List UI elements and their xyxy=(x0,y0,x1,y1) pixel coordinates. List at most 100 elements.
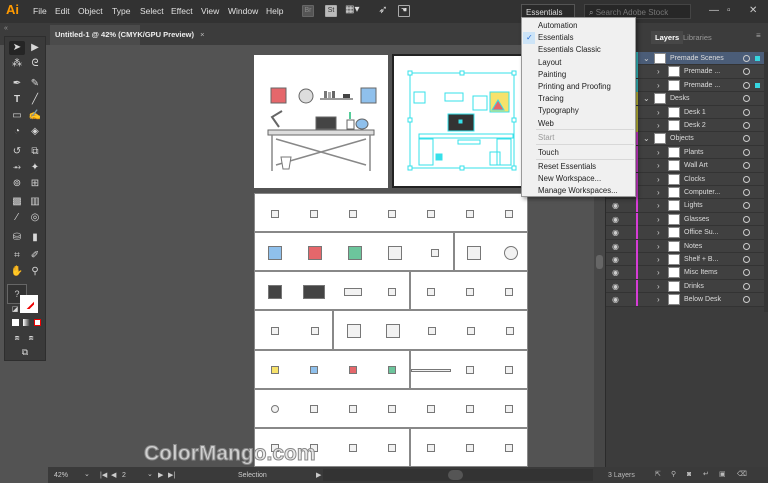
hanger-icon[interactable] xyxy=(431,248,440,257)
target-circle-icon[interactable] xyxy=(743,68,750,76)
layer-name[interactable]: Premade ... xyxy=(684,81,720,90)
object-group-cell[interactable] xyxy=(410,427,528,467)
layer-name[interactable]: Notes xyxy=(684,242,702,251)
pen-tool-icon[interactable]: ✒ xyxy=(9,77,25,91)
menu-file[interactable]: File xyxy=(33,6,47,16)
target-circle-icon[interactable] xyxy=(743,296,750,304)
chevron-right-icon[interactable]: › xyxy=(657,108,660,117)
scroll-thumb[interactable] xyxy=(448,470,463,480)
cord-icon[interactable] xyxy=(466,444,475,453)
drink-icon[interactable] xyxy=(348,444,357,453)
target-circle-icon[interactable] xyxy=(743,229,750,237)
pendant-lamps-icon[interactable] xyxy=(505,287,514,296)
menu-object[interactable]: Object xyxy=(78,6,103,16)
target-circle-icon[interactable] xyxy=(743,215,750,223)
close-document-icon[interactable]: × xyxy=(200,30,204,39)
menu-item-tracing[interactable]: Tracing xyxy=(538,94,564,104)
mesh-tool-icon[interactable]: ▩ xyxy=(9,195,25,209)
chevron-down-icon[interactable]: ⌄ xyxy=(643,134,650,143)
target-circle-icon[interactable] xyxy=(743,122,750,129)
layer-name[interactable]: Premade Scenes xyxy=(670,54,724,63)
telephone-icon[interactable] xyxy=(505,326,514,335)
layer-name[interactable]: Below Desk xyxy=(684,295,721,304)
shelf-icon[interactable] xyxy=(410,368,451,372)
monitor-icon[interactable] xyxy=(302,284,325,299)
layer-row[interactable]: ◉ › Glasses xyxy=(606,212,768,227)
symbol-sprayer-tool-icon[interactable]: ⛁ xyxy=(9,231,25,245)
trash-can-icon[interactable] xyxy=(426,444,435,453)
coffee-cup-icon[interactable] xyxy=(387,444,396,453)
artboard-scene-2[interactable] xyxy=(392,54,528,188)
visibility-eye-icon[interactable]: ◉ xyxy=(612,282,619,291)
zoom-dropdown-icon[interactable]: ⌄ xyxy=(84,470,90,479)
chevron-right-icon[interactable]: › xyxy=(657,215,660,224)
object-group-cell[interactable] xyxy=(254,388,528,428)
visibility-eye-icon[interactable]: ◉ xyxy=(612,295,619,304)
menu-edit[interactable]: Edit xyxy=(55,6,70,16)
note-yellow-icon[interactable] xyxy=(270,366,279,375)
menu-type[interactable]: Type xyxy=(112,6,130,16)
target-circle-icon[interactable] xyxy=(743,95,750,103)
menu-window[interactable]: Window xyxy=(228,6,258,16)
layer-name[interactable]: Desk 1 xyxy=(684,108,706,117)
layer-row[interactable]: ◉ › Misc Items xyxy=(606,266,768,280)
clipping-mask-icon[interactable]: ◙ xyxy=(687,470,691,479)
typewriter-icon[interactable] xyxy=(466,405,475,414)
clock-round-icon[interactable] xyxy=(503,245,518,260)
chevron-right-icon[interactable]: › xyxy=(657,201,660,210)
object-group-cell[interactable] xyxy=(254,271,411,311)
layer-row[interactable]: ◉ › Drinks xyxy=(606,279,768,294)
frame-green-icon[interactable] xyxy=(348,245,362,260)
visibility-eye-icon[interactable]: ◉ xyxy=(612,242,619,251)
note-green-icon[interactable] xyxy=(387,366,396,375)
menu-effect[interactable]: Effect xyxy=(171,6,193,16)
layer-name[interactable]: Plants xyxy=(684,148,703,157)
frame-blue-icon[interactable] xyxy=(268,245,282,260)
selection-tool-icon[interactable]: ➤ xyxy=(9,41,25,55)
planter-icon[interactable] xyxy=(466,209,475,218)
laptop-icon[interactable] xyxy=(267,284,282,299)
maximize-button[interactable]: ▫ xyxy=(727,5,731,16)
document-tab[interactable]: Untitled-1 @ 42% (CMYK/GPU Preview) × xyxy=(50,25,205,45)
note-blue-icon[interactable] xyxy=(309,366,318,375)
artboard-scene-1[interactable] xyxy=(254,55,388,188)
target-circle-icon[interactable] xyxy=(743,175,750,183)
layer-name[interactable]: Wall Art xyxy=(684,161,708,170)
menu-item-essentials-classic[interactable]: Essentials Classic xyxy=(538,45,601,55)
object-group-cell[interactable] xyxy=(254,349,411,389)
target-circle-icon[interactable] xyxy=(743,162,750,170)
column-graph-tool-icon[interactable]: ▮ xyxy=(27,231,43,245)
layer-row[interactable]: ◉ › Lights xyxy=(606,199,768,213)
target-circle-icon[interactable] xyxy=(743,108,750,116)
glasses-icon[interactable] xyxy=(270,326,279,335)
object-group-cell[interactable] xyxy=(410,271,528,311)
scale-tool-icon[interactable]: ⧉ xyxy=(27,145,43,159)
next-artboard-icon[interactable]: ▶ xyxy=(158,471,163,480)
target-circle-icon[interactable] xyxy=(743,189,750,196)
layer-row[interactable]: ◉ › Shelf + B... xyxy=(606,253,768,267)
new-sublayer-icon[interactable]: ↵ xyxy=(703,470,709,479)
magic-wand-tool-icon[interactable]: ⁂ xyxy=(9,57,25,71)
arrange-documents-icon[interactable]: ▦▾ xyxy=(345,5,359,17)
layer-name[interactable]: Shelf + B... xyxy=(684,255,718,264)
tray-icon[interactable] xyxy=(427,326,436,335)
scroll-thumb[interactable] xyxy=(596,255,603,269)
eyedropper-tool-icon[interactable]: ⁄ xyxy=(9,211,25,225)
chevron-right-icon[interactable]: › xyxy=(657,81,660,90)
previous-artboard-icon[interactable]: ◀ xyxy=(111,471,116,480)
target-circle-icon[interactable] xyxy=(743,242,750,250)
frame-red-icon[interactable] xyxy=(308,245,322,260)
menu-item-new-workspace[interactable]: New Workspace... xyxy=(538,174,601,184)
glasses-icon[interactable] xyxy=(310,326,319,335)
type-tool-icon[interactable]: T xyxy=(9,93,25,107)
draw-behind-icon[interactable]: ⧈ xyxy=(23,331,39,345)
chevron-down-icon[interactable]: ⌄ xyxy=(643,54,650,63)
cable-icon[interactable] xyxy=(343,287,362,296)
slice-tool-icon[interactable]: ✐ xyxy=(27,249,43,263)
outlet-icon[interactable] xyxy=(387,287,396,296)
layer-row[interactable]: ◉ › Below Desk xyxy=(606,293,768,307)
chevron-right-icon[interactable]: › xyxy=(657,161,660,170)
export-icon[interactable]: ⇱ xyxy=(655,470,661,479)
line-tool-icon[interactable]: ╱ xyxy=(27,93,43,107)
storage-box-icon[interactable] xyxy=(346,323,361,338)
